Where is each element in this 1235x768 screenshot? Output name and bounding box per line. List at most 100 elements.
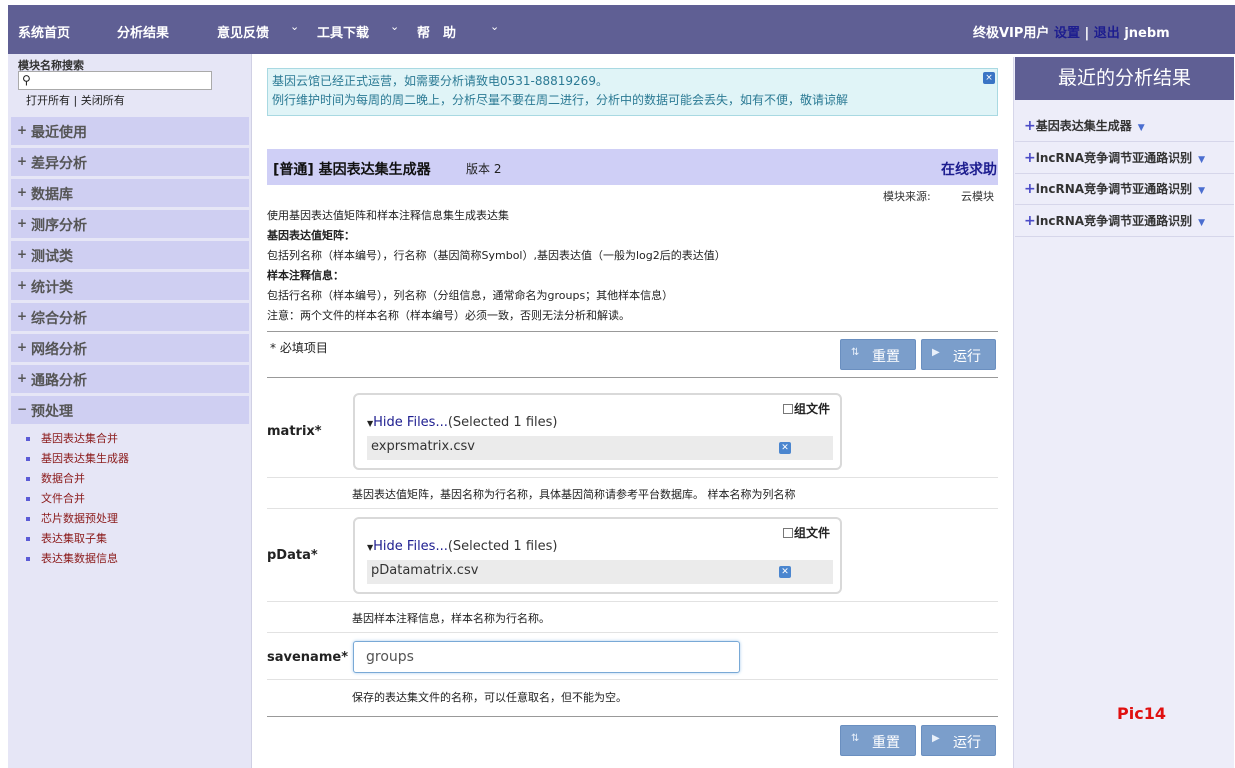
chevron-down-icon[interactable]: ▼	[1198, 186, 1205, 196]
bullet-icon	[26, 457, 30, 461]
sidebar-item-info[interactable]: 表达集数据信息	[26, 550, 118, 566]
divider	[1015, 141, 1234, 142]
bullet-icon	[26, 557, 30, 561]
recent-item[interactable]: +lncRNA竞争调节亚通路识别 ▼	[1024, 149, 1205, 166]
chevron-down-icon[interactable]: ⌄	[290, 20, 299, 33]
settings-link[interactable]: 设置	[1054, 26, 1080, 41]
user-type: 终极VIP用户	[973, 26, 1050, 41]
sub-label: 数据合并	[41, 472, 85, 485]
selected-count: (Selected 1 files)	[447, 415, 558, 430]
cat-label: 测序分析	[31, 218, 87, 234]
remove-file-icon[interactable]: ✕	[779, 566, 791, 578]
savename-input[interactable]	[355, 643, 738, 671]
reset-button[interactable]: ⇅ 重置	[840, 725, 916, 756]
sidebar-cat-test[interactable]: + 测试类	[11, 241, 249, 269]
sidebar-item-merge[interactable]: 基因表达集合并	[26, 430, 118, 446]
sidebar-cat-recent[interactable]: + 最近使用	[11, 117, 249, 145]
notice-banner: 基因云馆已经正式运营，如需要分析请致电0531-88819269。 例行维护时间…	[267, 68, 998, 116]
module-header: [普通] 基因表达集生成器 版本 2 在线求助	[267, 149, 998, 185]
run-label: 运行	[953, 735, 981, 751]
recent-item[interactable]: +lncRNA竞争调节亚通路识别 ▼	[1024, 180, 1205, 197]
sidebar-item-chip-preprocess[interactable]: 芯片数据预处理	[26, 510, 118, 526]
sidebar-item-data-merge[interactable]: 数据合并	[26, 470, 85, 486]
param-desc-matrix: 基因表达值矩阵，基因名称为行名称，具体基因简称请参考平台数据库。 样本名称为列名…	[352, 488, 796, 501]
pic-label: Pic14	[1117, 704, 1166, 723]
param-desc-pdata: 基因样本注释信息，样本名称为行名称。	[352, 612, 550, 625]
desc-heading-matrix: 基因表达值矩阵：	[267, 229, 355, 242]
cat-label: 通路分析	[31, 373, 87, 389]
sidebar-cat-network[interactable]: + 网络分析	[11, 334, 249, 362]
run-button[interactable]: ▶ 运行	[921, 339, 996, 370]
reset-icon: ⇅	[851, 733, 860, 744]
top-nav-bar: 系统首页 分析结果 意见反馈 ⌄ 工具下载 ⌄ 帮 助 ⌄ 终极VIP用户 设置…	[8, 5, 1235, 54]
plus-icon: +	[17, 340, 28, 354]
user-bar: 终极VIP用户 设置 | 退出 jnebm	[973, 22, 1170, 41]
nav-home[interactable]: 系统首页	[18, 22, 70, 41]
bullet-icon	[26, 437, 30, 441]
reset-label: 重置	[872, 735, 900, 751]
nav-help[interactable]: 帮 助	[417, 22, 456, 41]
sidebar-item-subset[interactable]: 表达集取子集	[26, 530, 107, 546]
bullet-icon	[26, 497, 30, 501]
close-icon[interactable]: ×	[983, 72, 995, 84]
logout-link[interactable]: 退出	[1094, 26, 1120, 41]
module-title: [普通] 基因表达集生成器	[273, 162, 431, 178]
group-file-checkbox[interactable]: 组文件	[782, 400, 830, 417]
sidebar-cat-preprocess[interactable]: − 预处理	[11, 396, 249, 424]
online-help-link[interactable]: 在线求助	[941, 159, 997, 179]
sub-label: 文件合并	[41, 492, 85, 505]
desc-matrix: 包括列名称（样本编号），行名称（基因简称Symbol）,基因表达值（一般为log…	[267, 249, 726, 262]
file-picker-matrix[interactable]: 组文件 ▼Hide Files...(Selected 1 files) exp…	[353, 393, 842, 470]
sidebar: 模块名称搜索 ⚲ 打开所有 | 关闭所有 + 最近使用 + 差异分析 + 数据库 + 测…	[8, 54, 252, 768]
divider	[267, 477, 998, 478]
open-all-link[interactable]: 打开所有	[26, 94, 70, 107]
divider	[267, 679, 998, 680]
recent-item[interactable]: +基因表达集生成器 ▼	[1024, 117, 1145, 134]
sidebar-cat-seq[interactable]: + 测序分析	[11, 210, 249, 238]
chevron-down-icon[interactable]: ▼	[1138, 123, 1145, 133]
plus-icon: +	[17, 185, 28, 199]
sidebar-cat-stats[interactable]: + 统计类	[11, 272, 249, 300]
run-button[interactable]: ▶ 运行	[921, 725, 996, 756]
hide-files-link[interactable]: Hide Files...	[373, 415, 448, 430]
module-version: 版本 2	[466, 162, 502, 176]
module-source-value: 云模块	[961, 190, 994, 203]
reset-button[interactable]: ⇅ 重置	[840, 339, 916, 370]
plus-icon: +	[17, 371, 28, 385]
cat-label: 综合分析	[31, 311, 87, 327]
sidebar-item-generator[interactable]: 基因表达集生成器	[26, 450, 129, 466]
close-all-link[interactable]: 关闭所有	[81, 94, 125, 107]
file-picker-pdata[interactable]: 组文件 ▼Hide Files...(Selected 1 files) pDa…	[353, 517, 842, 594]
chevron-down-icon[interactable]: ▼	[1198, 218, 1205, 228]
sidebar-cat-integrated[interactable]: + 综合分析	[11, 303, 249, 331]
checkbox-icon	[782, 404, 793, 414]
desc-heading-sample: 样本注释信息：	[267, 269, 344, 282]
cat-label: 统计类	[31, 280, 73, 296]
bullet-icon	[26, 477, 30, 481]
separator: |	[1084, 26, 1090, 41]
group-file-checkbox[interactable]: 组文件	[782, 524, 830, 541]
savename-field[interactable]	[353, 641, 740, 673]
nav-results[interactable]: 分析结果	[117, 22, 169, 41]
plus-icon: +	[1024, 118, 1036, 134]
sidebar-cat-diff[interactable]: + 差异分析	[11, 148, 249, 176]
remove-file-icon[interactable]: ✕	[779, 442, 791, 454]
nav-feedback[interactable]: 意见反馈	[217, 22, 269, 41]
search-input[interactable]: ⚲	[18, 71, 212, 90]
cat-label: 预处理	[31, 404, 73, 420]
param-desc-savename: 保存的表达集文件的名称，可以任意取名，但不能为空。	[352, 691, 627, 704]
nav-tools[interactable]: 工具下载	[317, 22, 369, 41]
hide-files-link[interactable]: Hide Files...	[373, 539, 448, 554]
sidebar-cat-pathway[interactable]: + 通路分析	[11, 365, 249, 393]
chevron-down-icon[interactable]: ⌄	[390, 20, 399, 33]
param-label-pdata: pData*	[267, 548, 318, 563]
sidebar-item-file-merge[interactable]: 文件合并	[26, 490, 85, 506]
plus-icon: +	[1024, 213, 1036, 229]
notice-line-1: 基因云馆已经正式运营，如需要分析请致电0531-88819269。	[272, 74, 608, 88]
file-row: pDatamatrix.csv ✕	[367, 560, 833, 584]
sidebar-cat-db[interactable]: + 数据库	[11, 179, 249, 207]
chevron-down-icon[interactable]: ▼	[1198, 155, 1205, 165]
recent-item[interactable]: +lncRNA竞争调节亚通路识别 ▼	[1024, 212, 1205, 229]
required-note: * 必填项目	[270, 341, 328, 355]
chevron-down-icon[interactable]: ⌄	[490, 20, 499, 33]
